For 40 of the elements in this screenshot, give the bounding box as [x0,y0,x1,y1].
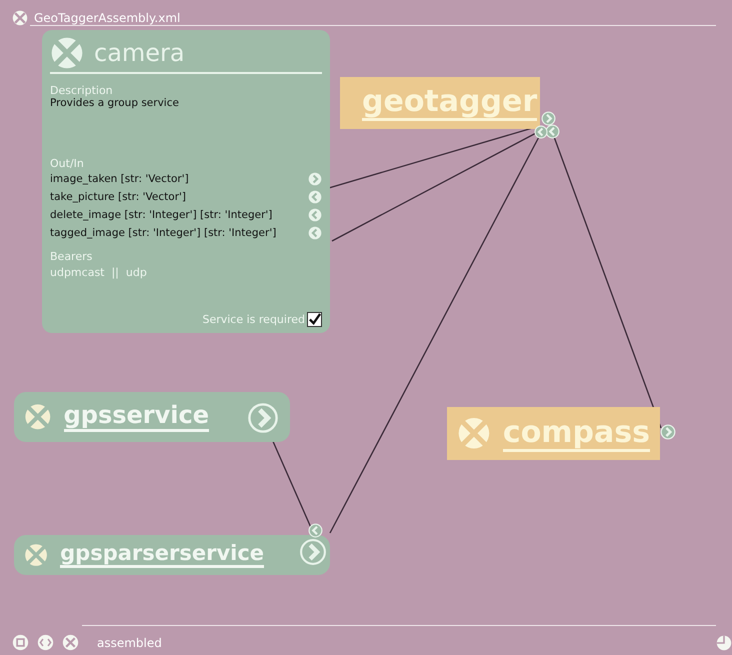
port-label: tagged_image [str: 'Integer'] [str: 'Integer'] [50,227,276,239]
input-port-icon[interactable] [308,523,323,538]
input-port-icon[interactable] [308,208,322,222]
required-checkbox[interactable] [307,312,322,327]
close-icon[interactable] [12,10,28,26]
component-icon[interactable] [50,36,84,70]
window-title: GeoTaggerAssembly.xml [34,11,180,25]
section-label: Out/In [50,157,85,170]
stop-icon[interactable] [12,634,29,651]
link-icon[interactable] [37,634,54,651]
port-label: delete_image [str: 'Integer'] [str: 'Integer'] [50,209,272,221]
port-label: image_taken [str: 'Vector'] [50,173,189,185]
component-name[interactable]: camera [94,39,185,67]
component-node[interactable]: gpsservice [14,392,290,442]
component-node[interactable]: gpsparserservice [14,535,330,575]
bearers-text: udpmcast || udp [50,266,148,279]
section-label: Description [50,84,114,97]
component-node[interactable]: compass [447,407,660,460]
input-port-icon[interactable] [308,226,322,240]
resize-icon[interactable] [716,635,732,651]
input-port-icon[interactable] [308,190,322,204]
required-label: Service is required [202,313,305,326]
description-text: Provides a group service [50,97,180,109]
status-text: assembled [97,636,162,650]
component-name[interactable]: gpsparserservice [60,542,264,568]
section-label: Bearers [50,250,94,263]
component-name[interactable]: gpsservice [64,402,210,432]
port-label: take_picture [str: 'Vector'] [50,191,186,203]
output-port-icon[interactable] [660,424,676,440]
component-node[interactable]: geotagger [340,77,540,129]
component-icon[interactable] [457,416,491,451]
output-port-icon[interactable] [541,111,556,126]
input-port-icon[interactable] [545,124,560,139]
component-icon[interactable] [24,403,52,431]
output-port-icon[interactable] [308,172,322,186]
close-icon[interactable] [62,634,79,651]
component-name[interactable]: geotagger [362,85,538,121]
component-name[interactable]: compass [502,416,650,452]
component-icon[interactable] [24,542,48,568]
input-port-icon[interactable] [534,125,548,139]
